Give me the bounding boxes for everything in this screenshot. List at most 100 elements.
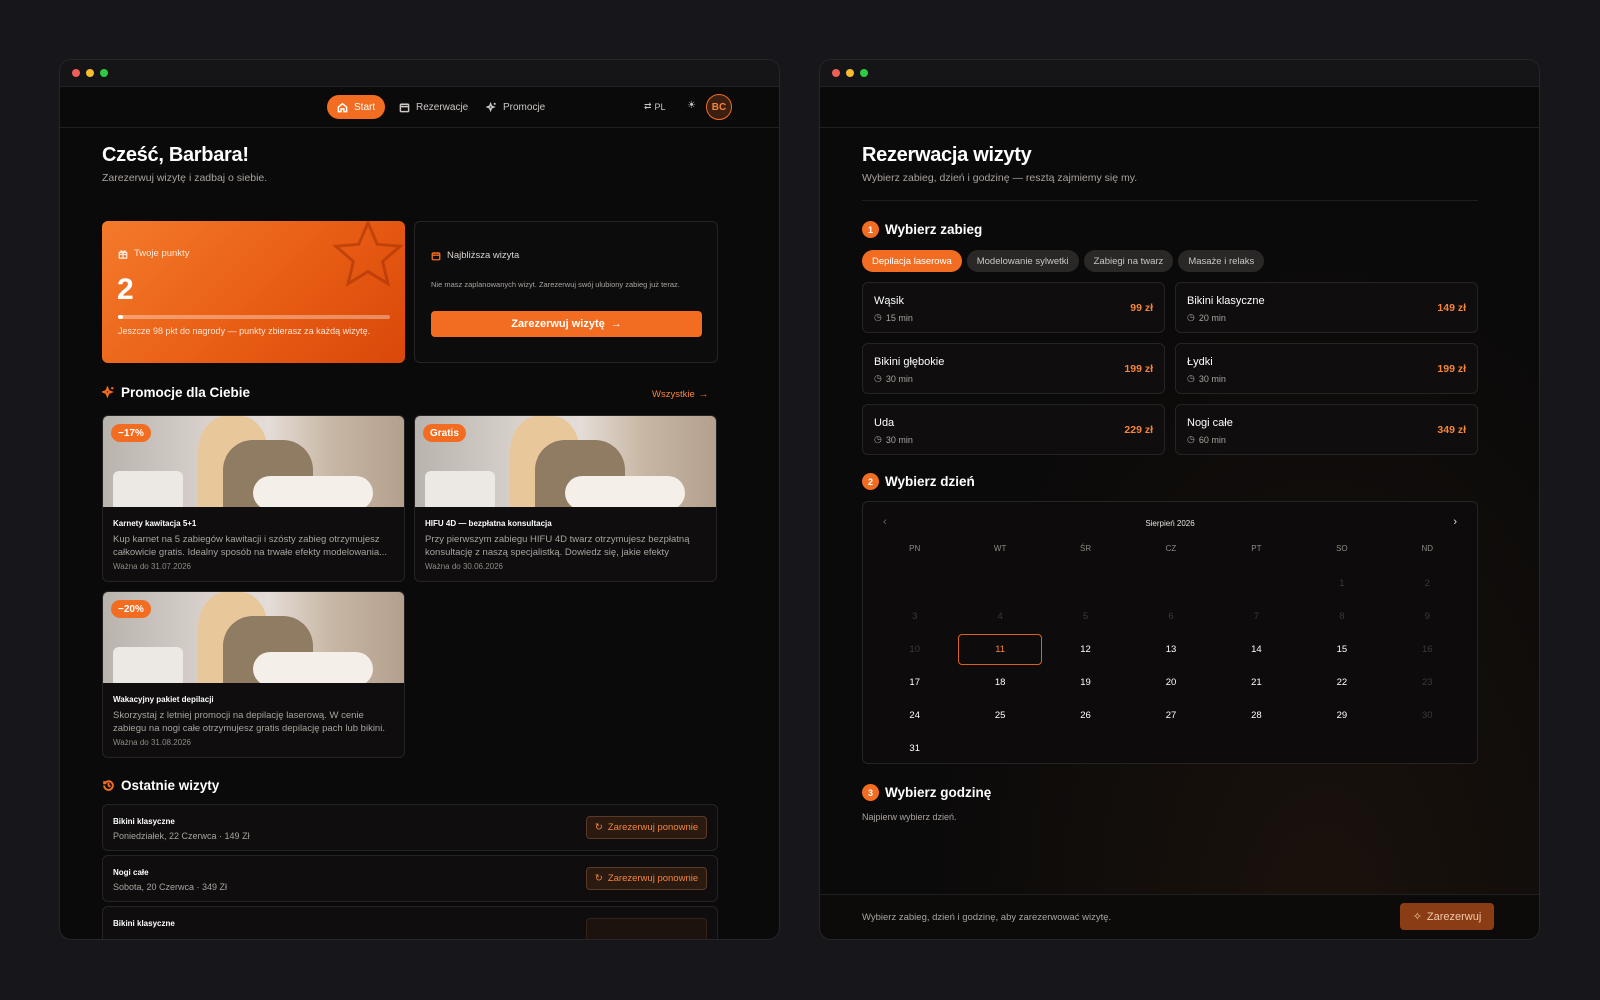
chevron-right-icon[interactable]: › (1453, 516, 1457, 528)
tab-massage[interactable]: Masaże i relaks (1178, 250, 1265, 272)
clock-icon: ◷ (874, 312, 882, 322)
time-hint: Najpierw wybierz dzień. (862, 812, 957, 822)
visit-name: Bikini klasyczne (113, 817, 175, 826)
list-item: Nogi całe Sobota, 20 Czerwca · 349 Zł ↻ … (102, 855, 718, 902)
calendar-day[interactable]: 22 (1300, 667, 1383, 698)
list-item: Bikini klasyczne (102, 906, 718, 939)
nav-start[interactable]: Start (327, 95, 386, 119)
calendar-icon (399, 102, 410, 112)
promo-title: Karnety kawitacja 5+1 (113, 519, 197, 528)
calendar-day[interactable]: 24 (873, 700, 956, 731)
minimize-window-button[interactable] (846, 69, 854, 77)
calendar-day: 7 (1253, 611, 1260, 622)
calendar-day-selected[interactable]: 11 (958, 634, 1042, 665)
promo-description: Przy pierwszym zabiegu HIFU 4D twarz otr… (425, 534, 690, 558)
arrow-right-icon: → (610, 318, 622, 330)
calendar-day[interactable]: 26 (1044, 700, 1127, 731)
calendar-day[interactable]: 13 (1129, 634, 1212, 665)
clock-icon: ◷ (1187, 312, 1195, 322)
submit-booking-button[interactable]: ✧ Zarezerwuj (1400, 903, 1494, 930)
calendar-day[interactable]: 28 (1215, 700, 1298, 731)
avatar[interactable]: BC (706, 94, 732, 120)
calendar-day[interactable]: 31 (873, 733, 956, 764)
calendar-day[interactable]: 19 (1044, 667, 1127, 698)
service-option[interactable]: Łydki ◷ 30 min 199 zł (1175, 343, 1478, 394)
calendar-day[interactable]: 27 (1129, 700, 1212, 731)
service-option[interactable]: Bikini klasyczne ◷ 20 min 149 zł (1175, 282, 1478, 333)
close-window-button[interactable] (832, 69, 840, 77)
service-price: 149 zł (1437, 302, 1466, 314)
book-visit-button[interactable]: Zarezerwuj wizytę → (431, 311, 702, 337)
step-title: Wybierz godzinę (885, 785, 992, 800)
calendar-icon (431, 251, 441, 260)
language-switch[interactable]: ⇄ PL (644, 101, 666, 112)
calendar-day: 9 (1424, 611, 1430, 622)
calendar-day: 8 (1339, 611, 1345, 622)
title-bar (60, 60, 779, 87)
calendar-day[interactable]: 14 (1215, 634, 1298, 665)
next-visit-card: Najbliższa wizyta Nie masz zaplanowanych… (414, 221, 718, 363)
maximize-window-button[interactable] (100, 69, 108, 77)
calendar-day[interactable]: 15 (1300, 634, 1383, 665)
calendar-day: 6 (1168, 611, 1174, 622)
star-icon (332, 221, 404, 287)
dashboard-window: Start Rezerwacje Promocje ⇄ PL ☀ BC Cześ… (59, 59, 780, 940)
tab-body-shaping[interactable]: Modelowanie sylwetki (966, 250, 1079, 272)
next-visit-label: Najbliższa wizyta (447, 250, 520, 261)
arrow-right-icon: → (698, 389, 709, 400)
close-window-button[interactable] (72, 69, 80, 77)
promos-heading: Promocje dla Ciebie (102, 385, 250, 400)
promo-card[interactable]: Gratis HIFU 4D — bezpłatna konsultacja P… (414, 415, 717, 582)
calendar-day[interactable]: 17 (873, 667, 956, 698)
promo-valid-until: Ważna do 30.06.2026 (425, 562, 503, 571)
step-number: 3 (862, 784, 879, 801)
service-price: 199 zł (1437, 363, 1466, 375)
footer-hint: Wybierz zabieg, dzień i godzinę, aby zar… (862, 912, 1112, 923)
weekday-label: PT (1251, 544, 1262, 553)
tab-laser-depilation[interactable]: Depilacja laserowa (862, 250, 962, 272)
promos-see-all-link[interactable]: Wszystkie → (652, 389, 708, 400)
submit-booking-label: Zarezerwuj (1426, 910, 1482, 923)
service-duration-value: 15 min (885, 312, 913, 323)
tab-face-treatments[interactable]: Zabiegi na twarz (1083, 250, 1174, 272)
service-price: 229 zł (1124, 424, 1153, 436)
step-day-heading: 2 Wybierz dzień (862, 473, 975, 490)
service-duration: ◷ 30 min (1187, 373, 1226, 384)
rebook-button[interactable]: ↻ Zarezerwuj ponownie (586, 816, 707, 839)
service-price: 199 zł (1124, 363, 1153, 375)
nav-promotions[interactable]: Promocje (476, 95, 555, 119)
visit-meta: Poniedziałek, 22 Czerwca · 149 Zł (113, 831, 250, 841)
nav-promotions-label: Promocje (503, 101, 546, 113)
rebook-button[interactable]: ↻ Zarezerwuj ponownie (586, 867, 707, 890)
calendar-day[interactable]: 12 (1044, 634, 1127, 665)
calendar-day: 2 (1424, 578, 1430, 589)
service-option[interactable]: Bikini głębokie ◷ 30 min 199 zł (862, 343, 1165, 394)
calendar-day[interactable]: 20 (1129, 667, 1212, 698)
service-option[interactable]: Uda ◷ 30 min 229 zł (862, 404, 1165, 455)
promos-see-all-label: Wszystkie (652, 389, 695, 400)
booking-footer: Wybierz zabieg, dzień i godzinę, aby zar… (820, 894, 1539, 939)
calendar-day[interactable]: 21 (1215, 667, 1298, 698)
rebook-button[interactable] (586, 918, 707, 939)
weekday-label: ND (1421, 544, 1434, 553)
calendar-day: 4 (997, 611, 1003, 622)
calendar-day: 16 (1421, 644, 1433, 655)
calendar-day[interactable]: 29 (1300, 700, 1383, 731)
clock-icon: ◷ (874, 434, 882, 444)
calendar-day[interactable]: 25 (958, 700, 1041, 731)
service-option[interactable]: Nogi całe ◷ 60 min 349 zł (1175, 404, 1478, 455)
theme-toggle-icon[interactable]: ☀ (687, 100, 696, 111)
service-option[interactable]: Wąsik ◷ 15 min 99 zł (862, 282, 1165, 333)
visit-name: Nogi całe (113, 868, 149, 877)
minimize-window-button[interactable] (86, 69, 94, 77)
promo-card[interactable]: −20% Wakacyjny pakiet depilacji Skorzyst… (102, 591, 405, 758)
home-icon (337, 102, 348, 112)
nav-reservations[interactable]: Rezerwacje (389, 95, 478, 119)
rebook-label: Zarezerwuj ponownie (607, 873, 699, 884)
calendar-day[interactable]: 18 (958, 667, 1041, 698)
promo-card[interactable]: −17% Karnety kawitacja 5+1 Kup karnet na… (102, 415, 405, 582)
maximize-window-button[interactable] (860, 69, 868, 77)
service-name: Bikini głębokie (874, 356, 945, 368)
step-title: Wybierz zabieg (885, 222, 983, 237)
recent-visits-heading: Ostatnie wizyty (102, 778, 219, 793)
